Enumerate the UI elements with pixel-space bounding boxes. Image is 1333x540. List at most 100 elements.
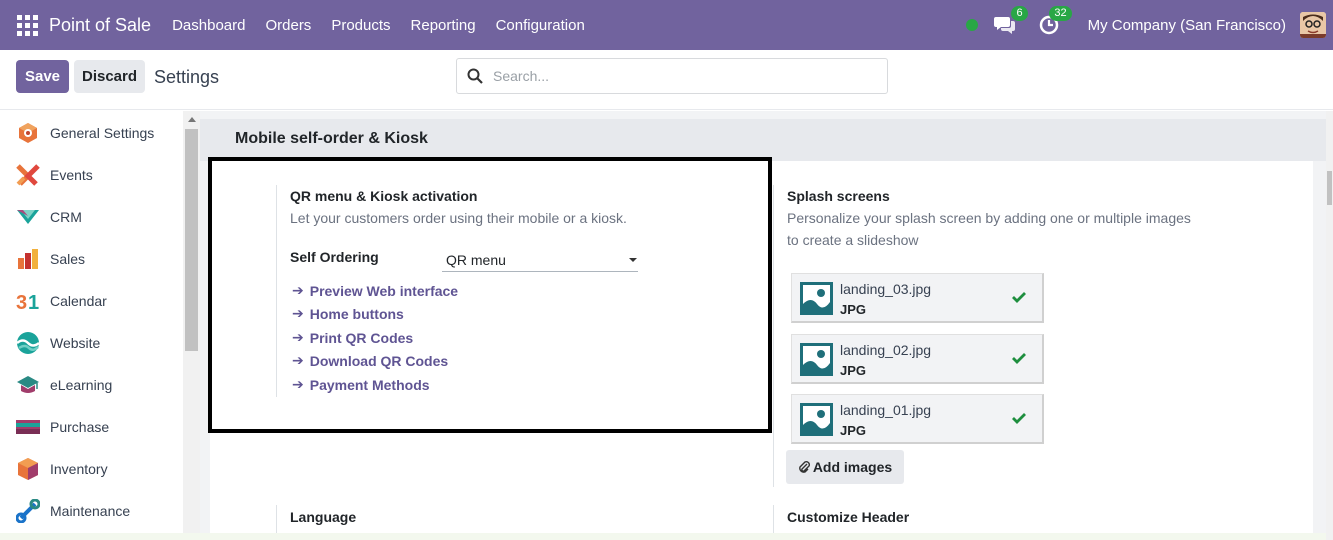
setting-divider [773, 185, 774, 487]
sidebar-scrollbar[interactable] [183, 111, 200, 540]
top-navbar: Point of Sale Dashboard Orders Products … [0, 0, 1333, 50]
inventory-icon [16, 457, 40, 481]
user-avatar-icon [1300, 12, 1326, 38]
check-icon [1012, 292, 1026, 303]
main-scrollbar[interactable] [1326, 111, 1333, 540]
qr-setting-description: Let your customers order using their mob… [290, 210, 627, 226]
sidebar-item-maintenance[interactable]: Maintenance [0, 490, 183, 532]
caret-down-icon [629, 258, 637, 262]
setting-divider [276, 505, 277, 535]
splash-setting-description-line1: Personalize your splash screen by adding… [787, 210, 1191, 226]
sidebar-item-label: Events [50, 167, 93, 183]
link-label: Download QR Codes [309, 352, 449, 369]
file-type: JPG [840, 302, 867, 317]
messages-count-badge: 6 [1011, 6, 1028, 21]
qr-setting-title: QR menu & Kiosk activation [290, 188, 478, 204]
splash-setting-title: Splash screens [787, 188, 890, 204]
section-title: Mobile self-order & Kiosk [235, 130, 428, 147]
sidebar-item-label: Inventory [50, 461, 108, 477]
search-input[interactable] [493, 68, 873, 84]
image-file-icon [800, 403, 833, 436]
language-setting-title: Language [290, 509, 357, 525]
arrow-right-icon: ➔ [292, 376, 304, 392]
user-avatar[interactable] [1300, 12, 1326, 38]
activities-count-badge: 32 [1049, 6, 1072, 21]
sidebar-item-elearning[interactable]: eLearning [0, 364, 183, 406]
elearning-icon [16, 373, 40, 397]
page-title: Settings [154, 67, 220, 87]
add-images-button[interactable]: Add images [786, 450, 904, 484]
sidebar-item-general-settings[interactable]: General Settings [0, 112, 183, 154]
print-qr-codes-link[interactable]: ➔ Print QR Codes [292, 329, 413, 346]
file-name: landing_03.jpg [840, 281, 932, 297]
sidebar-item-website[interactable]: Website [0, 322, 183, 364]
home-buttons-link[interactable]: ➔ Home buttons [292, 305, 404, 322]
menu-dashboard[interactable]: Dashboard [172, 17, 245, 34]
add-images-label: Add images [812, 459, 893, 475]
crm-icon [16, 205, 40, 229]
self-ordering-select[interactable]: QR menu [442, 248, 638, 272]
sidebar-item-sales[interactable]: Sales [0, 238, 183, 280]
link-label: Home buttons [309, 305, 404, 322]
sidebar-scroll-thumb[interactable] [185, 129, 198, 351]
purchase-icon [16, 415, 40, 439]
self-ordering-label: Self Ordering [290, 249, 379, 265]
splash-setting-description-line2: to create a slideshow [787, 232, 919, 248]
navbar-systray: 6 32 My Company (San Francisco) [965, 0, 1333, 50]
activities-button[interactable]: 32 [1036, 6, 1072, 38]
sidebar-item-purchase[interactable]: Purchase [0, 406, 183, 448]
attachment-card[interactable]: landing_02.jpg JPG [791, 334, 1044, 384]
check-icon [1012, 353, 1026, 364]
save-button[interactable]: Save [16, 60, 69, 93]
maintenance-icon [16, 499, 40, 523]
menu-products[interactable]: Products [331, 17, 390, 34]
sidebar-item-inventory[interactable]: Inventory [0, 448, 183, 490]
scroll-up-arrow-icon[interactable] [188, 117, 196, 122]
image-file-icon [800, 282, 833, 315]
menu-configuration[interactable]: Configuration [496, 17, 585, 34]
attachment-card[interactable]: landing_03.jpg JPG [791, 273, 1044, 323]
sales-icon [16, 247, 40, 271]
paperclip-icon [798, 461, 810, 473]
sidebar-item-label: CRM [50, 209, 82, 225]
link-label: Print QR Codes [309, 329, 414, 346]
attachment-card[interactable]: landing_01.jpg JPG [791, 394, 1044, 444]
file-name: landing_02.jpg [840, 342, 932, 358]
arrow-right-icon: ➔ [292, 305, 304, 321]
sidebar-item-crm[interactable]: CRM [0, 196, 183, 238]
self-ordering-value: QR menu [446, 251, 506, 268]
menu-reporting[interactable]: Reporting [411, 17, 476, 34]
website-icon [16, 331, 40, 355]
svg-text:3: 3 [16, 292, 27, 312]
sidebar-item-label: Website [50, 335, 101, 351]
sidebar-item-calendar[interactable]: 31 Calendar [0, 280, 183, 322]
online-status-icon [965, 19, 978, 31]
arrow-right-icon: ➔ [292, 329, 304, 345]
preview-web-interface-link[interactable]: ➔ Preview Web interface [292, 282, 458, 299]
sidebar-item-events[interactable]: Events [0, 154, 183, 196]
menu-orders[interactable]: Orders [265, 17, 311, 34]
sidebar-item-label: Maintenance [50, 503, 131, 519]
image-file-icon [800, 343, 833, 376]
setting-divider [773, 505, 774, 535]
download-qr-codes-link[interactable]: ➔ Download QR Codes [292, 352, 448, 369]
check-icon [1012, 413, 1026, 424]
discard-button[interactable]: Discard [74, 60, 145, 93]
bottom-strip [0, 533, 1333, 540]
events-icon [16, 163, 40, 187]
company-switcher[interactable]: My Company (San Francisco) [1088, 17, 1286, 34]
search-box[interactable] [456, 58, 888, 94]
svg-text:1: 1 [28, 292, 39, 312]
messaging-button[interactable]: 6 [992, 6, 1028, 38]
app-brand[interactable]: Point of Sale [49, 15, 151, 36]
payment-methods-link[interactable]: ➔ Payment Methods [292, 376, 430, 393]
calendar-icon: 31 [16, 289, 40, 313]
sidebar-item-label: eLearning [50, 377, 113, 393]
settings-sidebar: General Settings Events CRM Sales 31 Cal… [0, 111, 183, 540]
sidebar-item-label: Purchase [50, 419, 110, 435]
control-panel: Save Discard Settings [0, 50, 1333, 110]
file-type: JPG [840, 423, 867, 438]
link-label: Preview Web interface [309, 282, 459, 299]
apps-menu-icon[interactable] [16, 14, 38, 36]
main-scroll-thumb[interactable] [1327, 171, 1332, 205]
